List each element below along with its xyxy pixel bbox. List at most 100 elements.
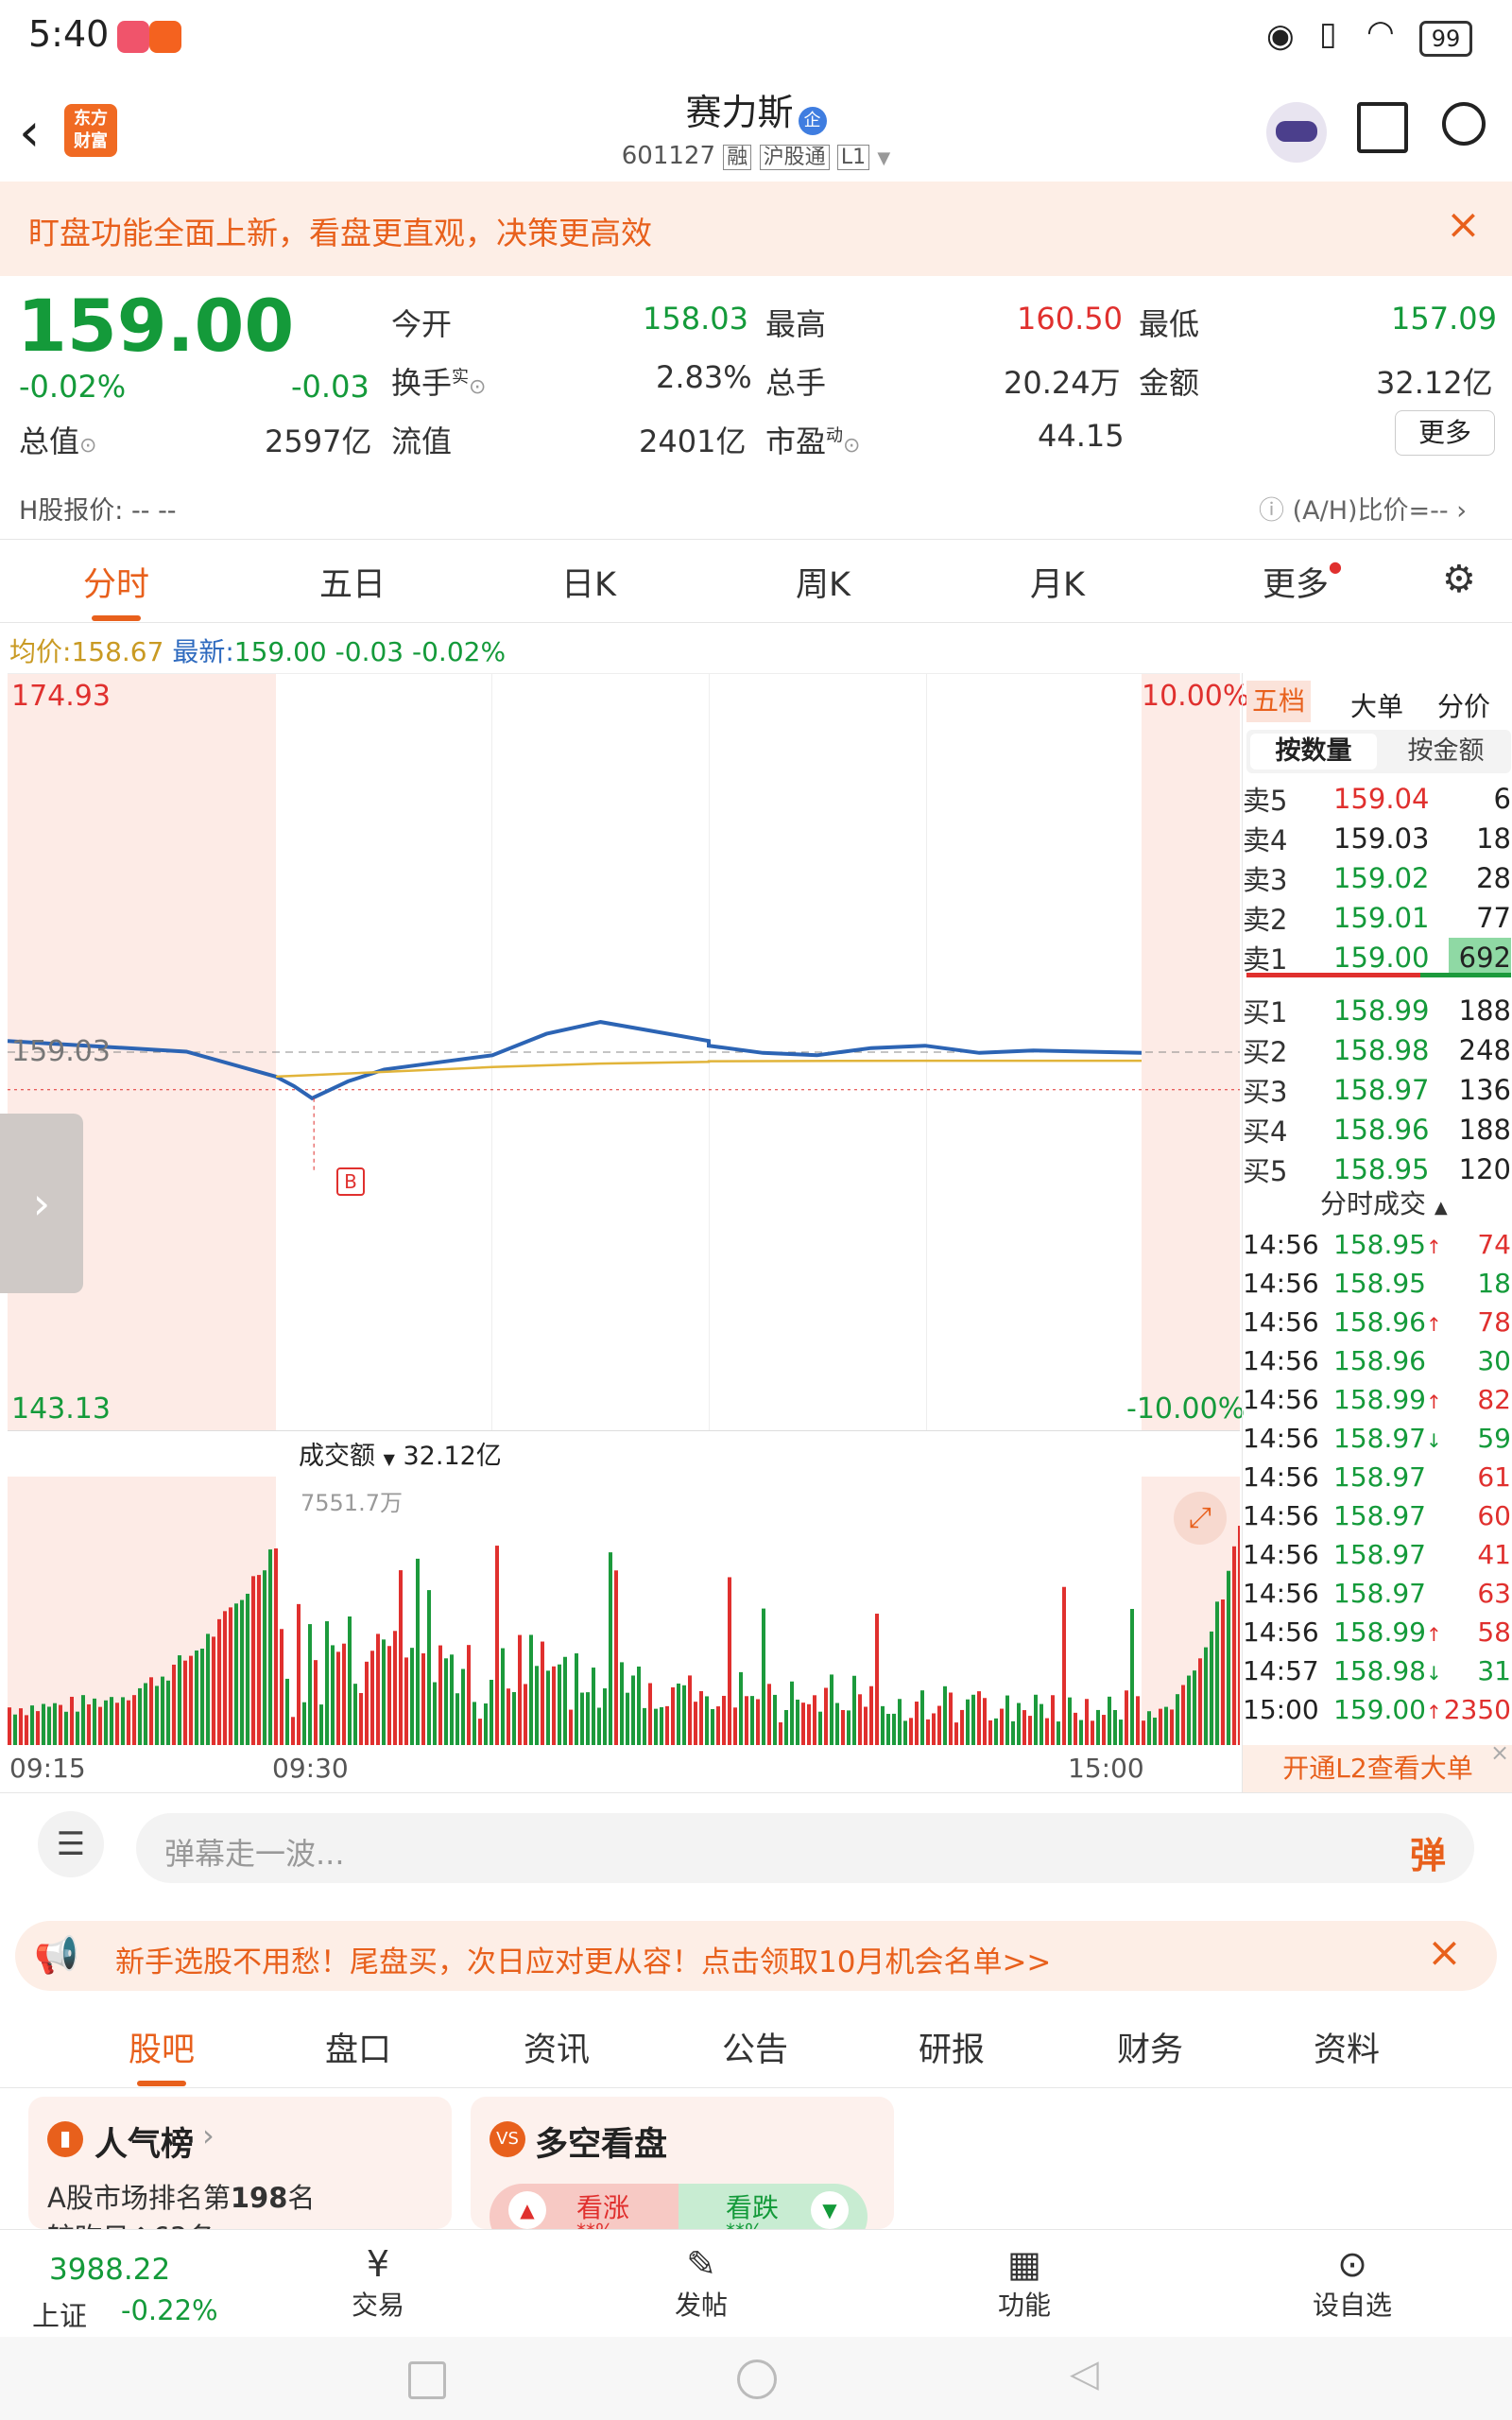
volume-bar xyxy=(1227,1570,1230,1745)
tab-monthly-k[interactable]: 月K xyxy=(1030,558,1085,606)
tab-news[interactable]: 资讯 xyxy=(524,2023,590,2071)
book-row: 卖5 159.04 6 xyxy=(1243,779,1511,819)
book-volume: 28 xyxy=(1476,862,1511,894)
promo-banner[interactable]: 📢 新手选股不用愁！尾盘买，次日应对更从容！点击领取10月机会名单>> × xyxy=(15,1921,1497,1991)
volume-bar xyxy=(291,1717,295,1745)
volume-label: 总手 xyxy=(765,365,827,401)
volume-bar xyxy=(1232,1546,1236,1745)
volume-bar xyxy=(535,1666,539,1745)
low-label: 最低 xyxy=(1139,306,1200,342)
volume-bar xyxy=(875,1614,879,1745)
danmu-input[interactable]: 弹幕走一波... 弹 xyxy=(136,1813,1474,1883)
volume-bar xyxy=(1181,1685,1185,1745)
share-icon[interactable] xyxy=(1357,102,1408,153)
nav-functions[interactable]: ▦ 功能 xyxy=(977,2243,1072,2323)
volume-bar xyxy=(393,1631,397,1745)
tab-forum[interactable]: 股吧 xyxy=(129,2031,195,2069)
volume-bar xyxy=(206,1634,210,1745)
volume-header[interactable]: 成交额 ▼ 32.12亿 xyxy=(299,1435,502,1472)
tab-five-day[interactable]: 五日 xyxy=(319,558,386,606)
vs-icon: VS xyxy=(490,2121,525,2157)
h-share-quote: H股报价: -- -- xyxy=(19,496,177,526)
side-drawer-handle[interactable]: › xyxy=(0,1114,83,1293)
back-button[interactable]: ◁ xyxy=(1070,2352,1099,2395)
tab-research[interactable]: 研报 xyxy=(919,2023,985,2071)
volume-bar xyxy=(263,1570,266,1745)
time-0930: 09:30 xyxy=(272,1753,349,1784)
volume-chart[interactable]: 7551.7万 ⤢ xyxy=(8,1477,1240,1745)
volume-bar xyxy=(490,1679,493,1745)
settings-icon[interactable]: ⚙ xyxy=(1442,558,1476,601)
recents-button[interactable] xyxy=(408,2361,446,2399)
tab-announcements[interactable]: 公告 xyxy=(722,2023,788,2071)
tick-time: 14:56 xyxy=(1243,1229,1319,1260)
comment-list-icon[interactable]: ☰ xyxy=(38,1811,104,1877)
danmu-toggle[interactable]: 弹 xyxy=(1410,1826,1446,1878)
tab-more[interactable]: 更多● xyxy=(1263,558,1342,606)
volume-bar xyxy=(178,1655,181,1745)
volume-bar xyxy=(1074,1712,1077,1745)
tick-volume: 59 xyxy=(1477,1423,1511,1454)
price-chart[interactable]: 174.93 143.13 10.00% -10.00% 159.03 B xyxy=(8,673,1249,1431)
index-change[interactable]: -0.22% xyxy=(121,2294,218,2326)
dropdown-icon[interactable]: ▼ xyxy=(877,148,890,168)
volume-bar xyxy=(217,1618,221,1745)
volume-bar xyxy=(541,1641,544,1745)
search-icon[interactable] xyxy=(1442,102,1486,146)
tab-weekly-k[interactable]: 周K xyxy=(796,558,850,606)
volume-bar xyxy=(954,1722,958,1745)
tab-intraday[interactable]: 分时 xyxy=(83,566,149,604)
close-icon[interactable]: × xyxy=(1490,1739,1509,1766)
popularity-card[interactable]: ▮ 人气榜 › A股市场排名第198名 较昨日↑63名 xyxy=(28,2097,452,2229)
volume-bar xyxy=(149,1677,153,1745)
sentiment-card[interactable]: VS 多空看盘 ▲ 看涨 **% 看跌 **% ▼ xyxy=(471,2097,894,2229)
nav-trade[interactable]: ¥ 交易 xyxy=(331,2243,425,2323)
volume-bar xyxy=(1215,1601,1219,1745)
close-icon[interactable]: × xyxy=(1446,200,1481,249)
nav-post[interactable]: ✎ 发帖 xyxy=(654,2243,748,2323)
l2-upgrade-link[interactable]: 开通L2查看大单 xyxy=(1243,1745,1512,1792)
status-bar: 5:40 ◉ ▯ ◠ 99 xyxy=(0,0,1512,76)
nav-watchlist[interactable]: ⊙ 设自选 xyxy=(1300,2243,1404,2323)
subtab-by-count[interactable]: 按数量 xyxy=(1250,734,1377,769)
tab-profile[interactable]: 资料 xyxy=(1314,2023,1380,2071)
arrow-down-icon: ↓ xyxy=(1425,1429,1442,1452)
volume-bar xyxy=(144,1683,147,1745)
subtab-by-amount[interactable]: 按金额 xyxy=(1383,734,1509,769)
home-button[interactable] xyxy=(737,2360,777,2399)
ah-ratio[interactable]: ⓘ (A/H)比价=-- › xyxy=(1259,490,1467,527)
index-name[interactable]: 上证 xyxy=(32,2294,87,2334)
volume-bar xyxy=(421,1652,425,1745)
tick-price: 158.97 xyxy=(1333,1539,1426,1570)
book-level-label: 卖3 xyxy=(1243,864,1288,896)
tab-daily-k[interactable]: 日K xyxy=(561,558,616,606)
volume-bar xyxy=(1176,1694,1179,1745)
volume-bar xyxy=(1017,1703,1021,1745)
more-quote-button[interactable]: 更多 xyxy=(1395,410,1495,456)
tab-finance[interactable]: 财务 xyxy=(1117,2023,1183,2071)
tab-level5[interactable]: 五档 xyxy=(1246,681,1311,722)
tick-time: 14:56 xyxy=(1243,1345,1319,1376)
volume-bar xyxy=(858,1694,862,1745)
tab-big-orders[interactable]: 大单 xyxy=(1350,686,1403,724)
volume-bar xyxy=(818,1711,822,1745)
close-icon[interactable]: × xyxy=(1427,1928,1462,1977)
bear-button[interactable]: 看跌 **% ▼ xyxy=(679,2184,868,2229)
ticks-title[interactable]: 分时成交 ▲ xyxy=(1320,1184,1448,1221)
volume-bar xyxy=(240,1599,244,1745)
assistant-avatar[interactable] xyxy=(1266,102,1327,163)
volume-bar xyxy=(1238,1526,1240,1745)
feature-banner[interactable]: 盯盘功能全面上新，看盘更直观，决策更高效 × xyxy=(0,182,1512,276)
volume-bar xyxy=(359,1693,363,1745)
bull-button[interactable]: ▲ 看涨 **% xyxy=(490,2184,679,2229)
volume-bar xyxy=(926,1719,930,1745)
volume-bar xyxy=(195,1650,198,1745)
volume-bar xyxy=(110,1697,113,1745)
buy-marker[interactable]: B xyxy=(336,1167,365,1196)
volume-bar xyxy=(132,1695,136,1745)
volume-bar xyxy=(1136,1696,1140,1745)
index-value[interactable]: 3988.22 xyxy=(49,2253,170,2287)
tab-price-dist[interactable]: 分价 xyxy=(1437,686,1490,724)
tab-handicap[interactable]: 盘口 xyxy=(325,2023,391,2071)
fullscreen-icon[interactable]: ⤢ xyxy=(1174,1492,1227,1545)
